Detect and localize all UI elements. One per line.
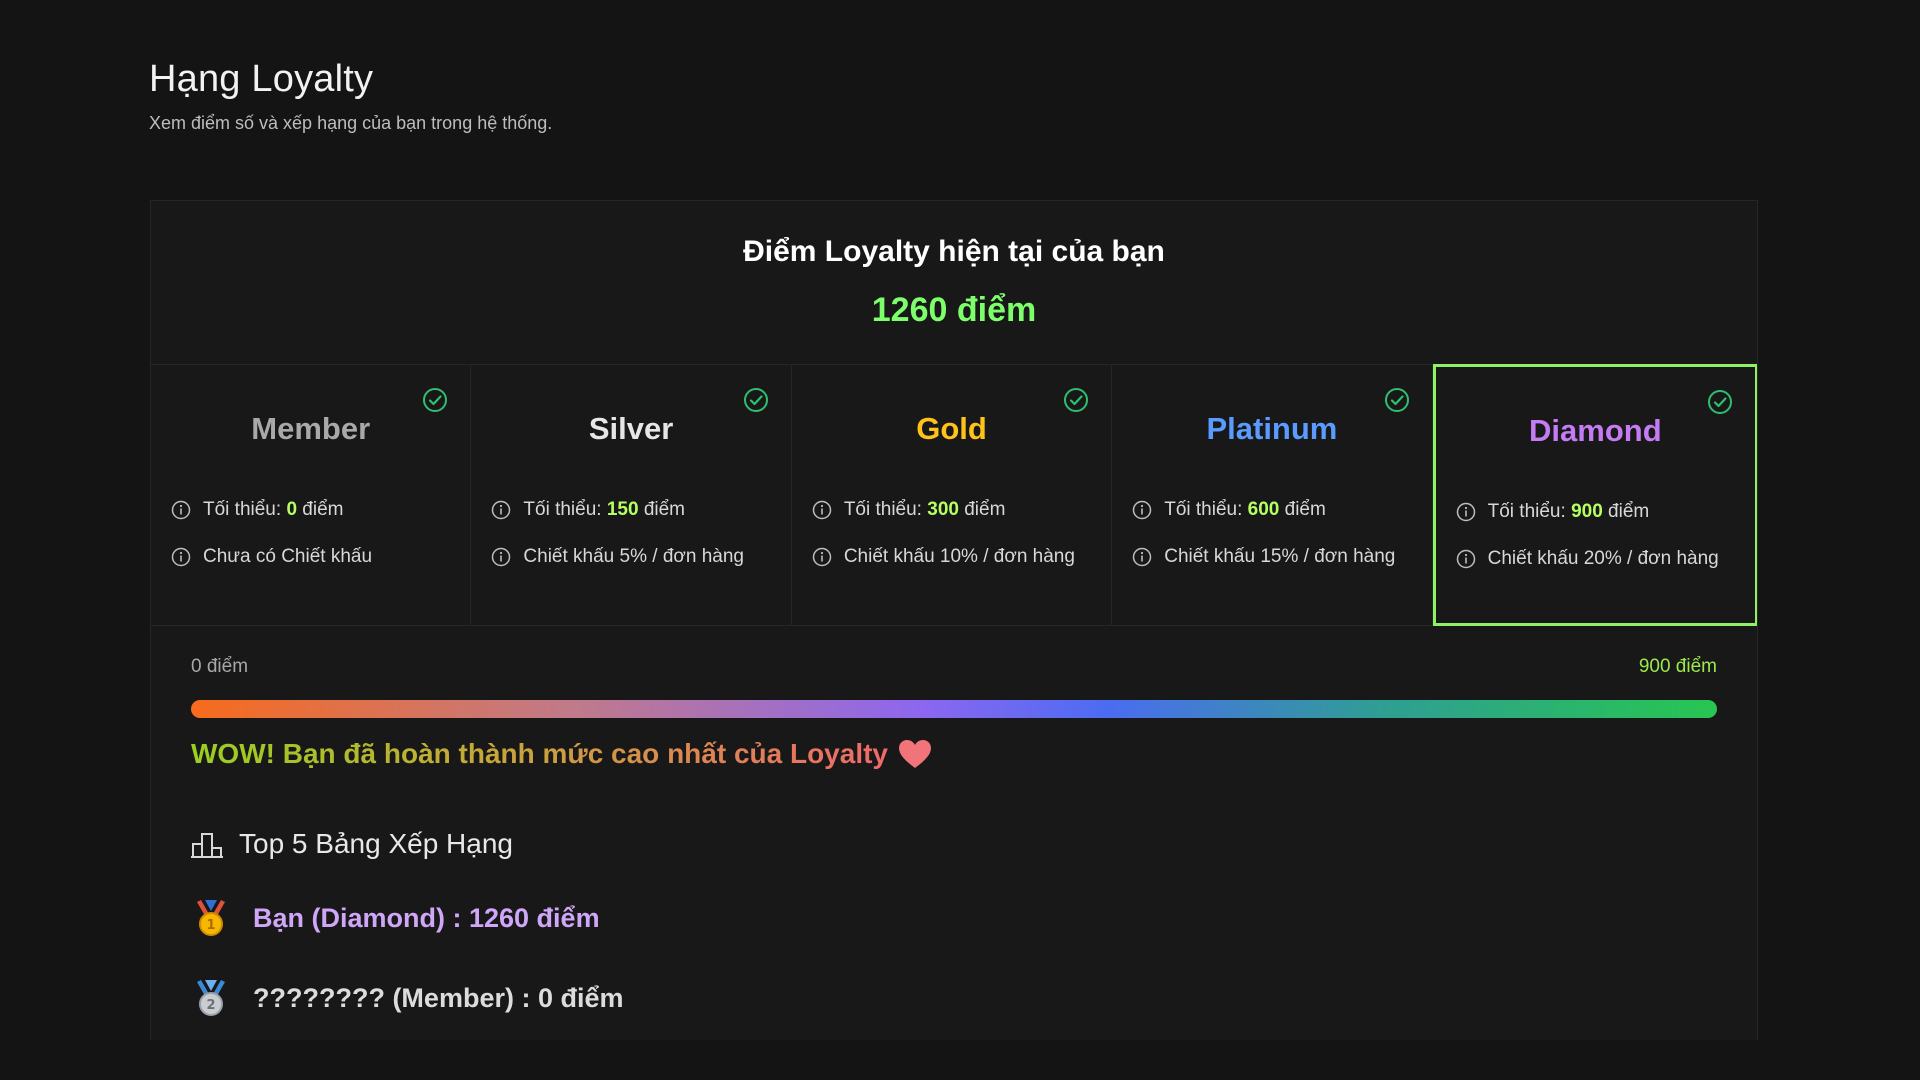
tier-perk: Chiết khấu 20% / đơn hàng (1487, 548, 1719, 569)
leaderboard-entry-text: ???????? (Member) : 0 điểm (253, 982, 624, 1013)
leaderboard-row: 2 ???????? (Member) : 0 điểm (191, 978, 1717, 1018)
tier-card-gold: Gold Tối thiểu: 300 điểm Chiết khấu 10% / … (792, 365, 1113, 625)
tier-min-prefix: Tối thiểu: (203, 499, 282, 520)
tier-min-row: Tối thiểu: 0 điểm (171, 499, 450, 521)
tier-card-platinum: Platinum Tối thiểu: 600 điểm Chiết khấu 15… (1112, 365, 1433, 625)
tier-list: Member Tối thiểu: 0 điểm Chưa có Chiết khấ… (151, 364, 1757, 626)
info-icon (1456, 502, 1476, 522)
leaderboard-entry-text: Bạn (Diamond) : 1260 điểm (253, 902, 600, 933)
check-circle-icon (1063, 387, 1089, 413)
tier-min-suffix: điểm (643, 499, 686, 520)
progress-section: 0 điểm 900 điểm WOW! Bạn đã hoàn thành m… (151, 626, 1757, 770)
tier-perk: Chiết khấu 15% / đơn hàng (1164, 546, 1396, 567)
tier-card-member: Member Tối thiểu: 0 điểm Chưa có Chiết khấ… (151, 365, 472, 625)
info-icon (491, 500, 511, 520)
progress-bar (191, 700, 1717, 718)
tier-min-suffix: điểm (1284, 499, 1326, 520)
congrats-message: WOW! Bạn đã hoàn thành mức cao nhất của … (191, 738, 1717, 770)
congrats-text: WOW! Bạn đã hoàn thành mức cao nhất của … (191, 738, 889, 769)
tier-name: Gold (916, 411, 987, 446)
check-circle-icon (1384, 387, 1410, 413)
page-subtitle: Xem điểm số và xếp hạng của bạn trong hệ… (149, 113, 553, 133)
progress-end-label: 900 điểm (1638, 656, 1717, 677)
tier-perk: Chiết khấu 10% / đơn hàng (843, 546, 1075, 567)
info-icon (491, 547, 511, 567)
info-icon (171, 547, 191, 567)
tier-min-value: 0 (286, 499, 298, 520)
tier-min-prefix: Tối thiểu: (1487, 501, 1566, 522)
tier-perk-row: Chiết khấu 5% / đơn hàng (491, 546, 770, 568)
points-value: 1260 điểm (871, 291, 1037, 329)
tier-perk-row: Chiết khấu 20% / đơn hàng (1456, 548, 1735, 570)
tier-perk: Chưa có Chiết khấu (203, 546, 373, 567)
leaderboard-title-text: Top 5 Bảng Xếp Hạng (239, 828, 513, 859)
progress-start-label: 0 điểm (191, 656, 249, 677)
info-icon (1456, 549, 1476, 569)
leaderboard-row: 1 Bạn (Diamond) : 1260 điểm (191, 898, 1717, 938)
points-label: Điểm Loyalty hiện tại của bạn (743, 235, 1165, 268)
page-header: Hạng Loyalty Xem điểm số và xếp hạng của… (149, 58, 552, 134)
tier-min-suffix: điểm (964, 499, 1006, 520)
check-circle-icon (1707, 389, 1733, 415)
loyalty-card: Điểm Loyalty hiện tại của bạn 1260 điểm … (150, 200, 1758, 1040)
check-circle-icon (743, 387, 769, 413)
leaderboard: Top 5 Bảng Xếp Hạng 1 Bạn (Diamond) : 12… (151, 770, 1757, 1018)
tier-name: Platinum (1206, 411, 1338, 446)
heart-icon (899, 740, 932, 768)
tier-min-value: 900 (1571, 501, 1603, 522)
tier-perk-row: Chiết khấu 15% / đơn hàng (1132, 546, 1411, 568)
gold-medal-icon: 1 (197, 900, 225, 936)
tier-min-value: 600 (1247, 499, 1280, 520)
progress-labels: 0 điểm 900 điểm (191, 656, 1717, 678)
tier-min-suffix: điểm (1608, 501, 1650, 522)
tier-name: Diamond (1529, 413, 1662, 448)
silver-medal-icon: 2 (197, 980, 225, 1016)
tier-card-diamond: Diamond Tối thiểu: 900 điểm Chiết khấu 20%… (1432, 364, 1757, 626)
leaderboard-title: Top 5 Bảng Xếp Hạng (191, 828, 1717, 860)
tier-min-row: Tối thiểu: 150 điểm (491, 499, 770, 521)
tier-perk: Chiết khấu 5% / đơn hàng (523, 546, 744, 567)
tier-name: Silver (588, 411, 674, 446)
info-icon (812, 500, 832, 520)
tier-card-silver: Silver Tối thiểu: 150 điểm Chiết khấu 5% /… (471, 365, 792, 625)
tier-min-row: Tối thiểu: 900 điểm (1456, 501, 1735, 523)
page-title: Hạng Loyalty (149, 58, 374, 100)
svg-text:1: 1 (206, 918, 215, 933)
tier-min-row: Tối thiểu: 300 điểm (812, 499, 1091, 521)
svg-text:2: 2 (206, 998, 215, 1013)
tier-min-prefix: Tối thiểu: (843, 499, 922, 520)
info-icon (1132, 547, 1152, 567)
info-icon (1132, 500, 1152, 520)
tier-name: Member (251, 411, 371, 446)
check-circle-icon (422, 387, 448, 413)
tier-min-prefix: Tối thiểu: (1164, 499, 1243, 520)
tier-perk-row: Chưa có Chiết khấu (171, 546, 450, 568)
tier-min-value: 300 (927, 499, 959, 520)
tier-min-suffix: điểm (302, 499, 344, 520)
tier-min-prefix: Tối thiểu: (523, 499, 602, 520)
points-summary: Điểm Loyalty hiện tại của bạn 1260 điểm (151, 201, 1757, 364)
tier-min-row: Tối thiểu: 600 điểm (1132, 499, 1411, 521)
tier-perk-row: Chiết khấu 10% / đơn hàng (812, 546, 1091, 568)
podium-icon (191, 833, 223, 858)
info-icon (171, 500, 191, 520)
tier-min-value: 150 (606, 499, 639, 520)
info-icon (812, 547, 832, 567)
